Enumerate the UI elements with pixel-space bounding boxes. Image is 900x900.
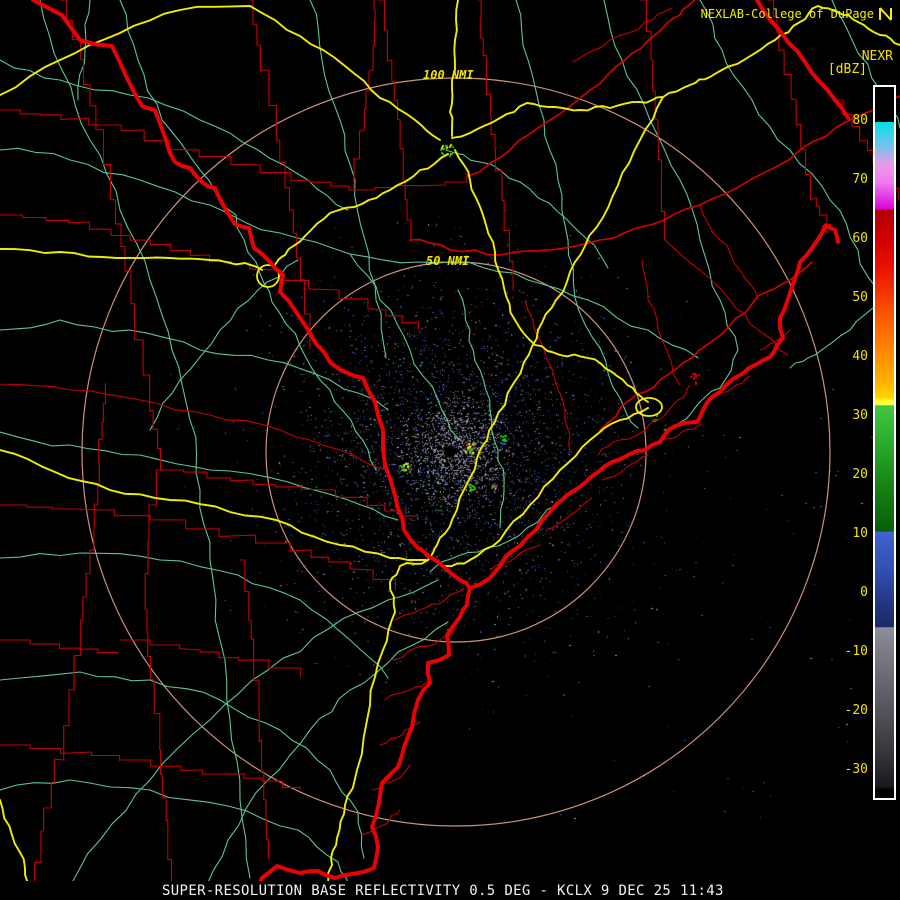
road-minor-red [572,7,673,63]
product-status-text: SUPER-RESOLUTION BASE REFLECTIVITY 0.5 D… [162,883,724,899]
county-boundary [249,0,311,350]
county-boundary [119,639,301,677]
county-boundary [0,214,420,330]
range-ring-190 [265,261,647,643]
county-boundary [767,0,828,223]
county-boundary [0,639,118,655]
county-boundary [59,0,162,470]
road-secondary [515,0,576,299]
colorbar-tick-label: -20 [844,703,868,718]
road-secondary [574,297,639,429]
road-minor-red [641,259,681,386]
coastline-state-border [468,223,840,590]
county-boundary [0,744,121,762]
road-minor-red [664,239,789,356]
highway-red [467,0,696,177]
county-boundary [0,504,397,590]
colorbar-tick-label: -10 [844,644,868,659]
road-secondary [119,0,377,471]
colorbar-tick-label: 80 [852,113,868,128]
county-boundary [0,109,468,191]
road-secondary [0,431,399,521]
road-secondary [197,621,449,900]
county-boundary [349,0,376,191]
colorbar-tick-label: 70 [852,172,868,187]
road-secondary [57,579,439,900]
colorbar-units-label: [dBZ] [827,62,867,77]
colorbar-tick-label: 30 [852,408,868,423]
road-secondary [457,289,505,529]
road-minor-red [545,497,593,531]
cod-logo-icon [879,7,892,21]
range-ring-label-100nmi: 100 NMI [423,68,474,82]
road-secondary [149,259,299,431]
colorbar-tick-label: 10 [852,526,868,541]
city-beltway [635,397,663,417]
colorbar-tick-label: 50 [852,290,868,305]
road-secondary [0,552,389,679]
county-boundary [477,0,514,291]
credit-text: NEXLAB-College of DuPage [700,7,874,21]
interstate-highway [273,153,449,267]
road-minor-red [361,809,401,836]
road-secondary [429,501,561,573]
colorbar-tick-label: 0 [860,585,868,600]
colorbar-tick-label: -30 [844,762,868,777]
radar-screen: 100 NMI 50 NMI NEXLAB-College of DuPage … [0,0,900,900]
interstate-highway [454,149,649,403]
road-minor-red [524,299,571,453]
road-secondary [39,0,251,879]
county-boundary [144,469,173,900]
road-secondary [349,253,459,439]
map-overlay-svg [0,0,900,900]
interstate-highway [444,407,649,568]
road-minor-red [394,587,465,621]
road-minor-red [371,764,411,791]
road-secondary [603,0,739,351]
colorbar-tick-label: 60 [852,231,868,246]
road-secondary [0,147,469,264]
road-secondary [309,0,387,359]
county-boundary [29,502,95,899]
colorbar-tick-label: 40 [852,349,868,364]
reflectivity-colorbar [873,85,896,800]
range-ring-label-50nmi: 50 NMI [426,254,470,268]
county-boundary [377,0,412,242]
colorbar-tick-label: 20 [852,467,868,482]
interstate-highway [427,96,664,561]
status-bar: SUPER-RESOLUTION BASE REFLECTIVITY 0.5 D… [0,881,900,900]
road-minor-red [0,383,389,471]
range-ring-374 [81,77,831,827]
